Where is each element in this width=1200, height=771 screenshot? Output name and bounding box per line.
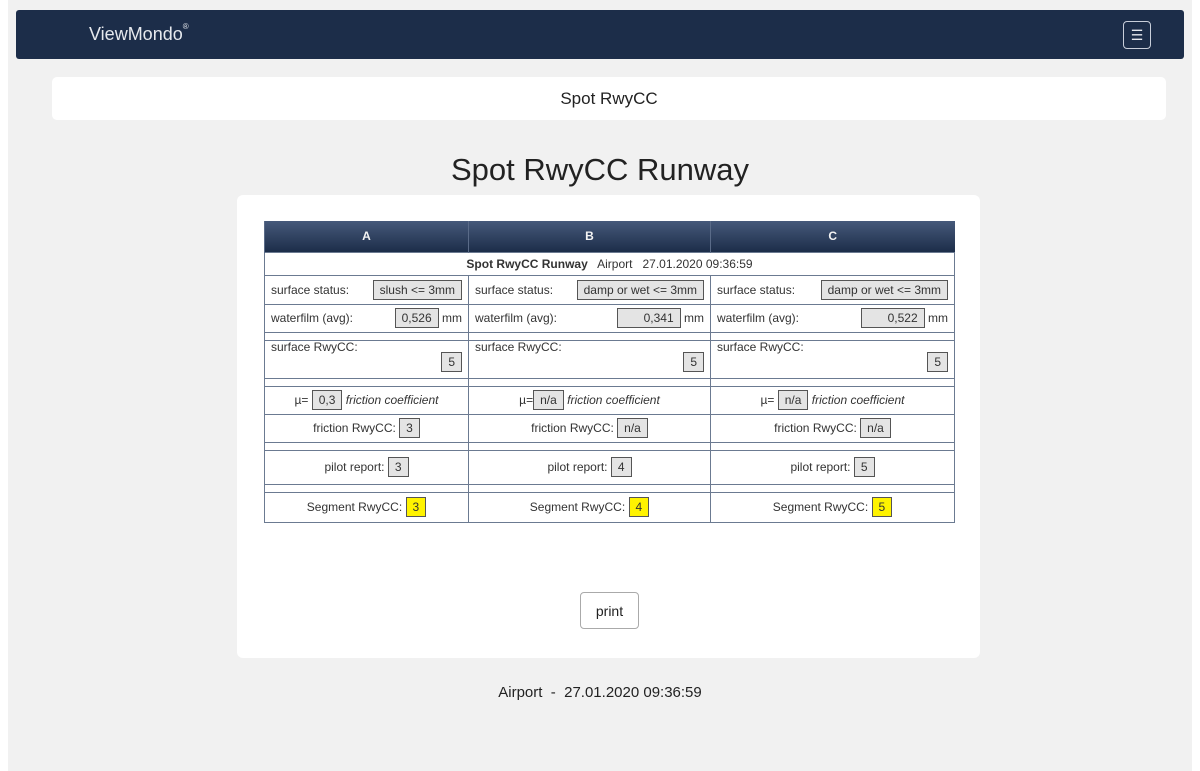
column-header-b: B	[468, 221, 711, 252]
friction-rwycc-label: friction RwyCC:	[531, 421, 614, 435]
surface-rwycc-label: surface RwyCC:	[475, 340, 562, 354]
info-row: Spot RwyCC Runway Airport 27.01.2020 09:…	[264, 251, 955, 276]
segment-rwycc-value: 4	[628, 497, 650, 517]
friction-rwycc-label: friction RwyCC:	[313, 421, 396, 435]
waterfilm-label: waterfilm (avg):	[717, 311, 800, 325]
mu-value: n/a	[777, 390, 809, 410]
segment-rwycc-label: Segment RwyCC:	[529, 500, 626, 514]
menu-button[interactable]: ☰	[1123, 21, 1151, 49]
spacer-row	[264, 331, 955, 341]
column-header-a: A	[264, 221, 469, 252]
pilot-report-value: 5	[853, 457, 875, 477]
top-navbar: ViewMondo® ☰	[16, 10, 1184, 59]
mu-label: µ=	[294, 393, 309, 407]
friction-rwycc-value: 3	[399, 418, 420, 438]
waterfilm-label: waterfilm (avg):	[475, 311, 558, 325]
runway-card: A B C Spot RwyCC Runway Airport 27.01.20…	[237, 195, 980, 658]
surface-status-label: surface status:	[717, 282, 796, 297]
segment-rwycc-label: Segment RwyCC:	[306, 500, 403, 514]
pilot-report-value: 4	[610, 457, 632, 477]
friction-rwycc-row: friction RwyCC: 3 friction RwyCC: n/a fr…	[264, 413, 955, 443]
waterfilm-row: waterfilm (avg): 0,526 mm waterfilm (avg)…	[264, 303, 955, 333]
waterfilm-value: 0,522	[860, 308, 925, 328]
segment-rwycc-value: 5	[871, 497, 893, 517]
surface-rwycc-value: 5	[683, 352, 704, 372]
column-header-c: C	[710, 221, 955, 252]
hamburger-icon: ☰	[1130, 26, 1144, 43]
surface-status-value: damp or wet <= 3mm	[576, 279, 704, 300]
page-title: Spot RwyCC	[560, 88, 658, 108]
table-header-row: A B C	[264, 221, 955, 252]
surface-status-value: slush <= 3mm	[372, 279, 462, 300]
waterfilm-value: 0,341	[616, 308, 681, 328]
brand-name: ViewMondo	[89, 24, 183, 44]
friction-coefficient-row: µ= 0,3 friction coefficient µ= n/a fricti…	[264, 385, 955, 415]
friction-rwycc-label: friction RwyCC:	[774, 421, 857, 435]
spacer-row	[264, 483, 955, 493]
info-location: Airport	[597, 256, 633, 271]
spacer-row	[264, 441, 955, 451]
pilot-report-row: pilot report: 3 pilot report: 4 pilot re…	[264, 449, 955, 485]
waterfilm-unit: mm	[442, 311, 462, 325]
surface-rwycc-row: surface RwyCC: 5 surface RwyCC: 5 surface …	[264, 339, 955, 379]
surface-status-row: surface status: slush <= 3mm surface stat…	[264, 274, 955, 305]
surface-status-value: damp or wet <= 3mm	[820, 279, 948, 300]
surface-status-label: surface status:	[271, 282, 350, 297]
footer-location: Airport	[498, 684, 543, 701]
segment-rwycc-value: 3	[405, 497, 427, 517]
surface-rwycc-label: surface RwyCC:	[271, 340, 358, 354]
registered-mark: ®	[182, 22, 189, 31]
surface-rwycc-label: surface RwyCC:	[717, 340, 804, 354]
info-time: 27.01.2020 09:36:59	[642, 256, 753, 271]
mu-value: 0,3	[311, 390, 343, 410]
mu-value: n/a	[533, 390, 564, 410]
pilot-report-label: pilot report:	[324, 460, 385, 474]
footer-timestamp: 27.01.2020 09:36:59	[564, 684, 702, 701]
waterfilm-unit: mm	[928, 311, 948, 325]
footer-separator: -	[550, 684, 556, 701]
surface-rwycc-value: 5	[927, 352, 948, 372]
waterfilm-label: waterfilm (avg):	[271, 311, 354, 325]
footer-status: Airport - 27.01.2020 09:36:59	[0, 684, 1200, 701]
friction-coefficient-label: friction coefficient	[567, 393, 660, 407]
friction-rwycc-value: n/a	[860, 418, 891, 438]
brand-logo[interactable]: ViewMondo®	[89, 22, 189, 45]
info-title: Spot RwyCC Runway	[466, 256, 588, 271]
pilot-report-value: 3	[387, 457, 409, 477]
waterfilm-unit: mm	[684, 311, 704, 325]
friction-coefficient-label: friction coefficient	[345, 393, 439, 407]
segment-rwycc-label: Segment RwyCC:	[772, 500, 869, 514]
page-title-bar: Spot RwyCC	[52, 77, 1166, 120]
page-heading: Spot RwyCC Runway	[450, 152, 750, 187]
print-button[interactable]: print	[580, 592, 639, 629]
pilot-report-label: pilot report:	[790, 460, 851, 474]
surface-status-label: surface status:	[475, 282, 554, 297]
pilot-report-label: pilot report:	[547, 460, 608, 474]
spacer-row	[264, 377, 955, 387]
mu-label: µ=	[519, 393, 534, 407]
surface-rwycc-value: 5	[441, 352, 462, 372]
segment-rwycc-row: Segment RwyCC: 3 Segment RwyCC: 4 Segmen…	[264, 491, 955, 523]
mu-label: µ=	[760, 393, 775, 407]
rwycc-table: A B C Spot RwyCC Runway Airport 27.01.20…	[264, 221, 955, 523]
friction-rwycc-value: n/a	[617, 418, 648, 438]
waterfilm-value: 0,526	[394, 308, 439, 328]
friction-coefficient-label: friction coefficient	[811, 393, 905, 407]
